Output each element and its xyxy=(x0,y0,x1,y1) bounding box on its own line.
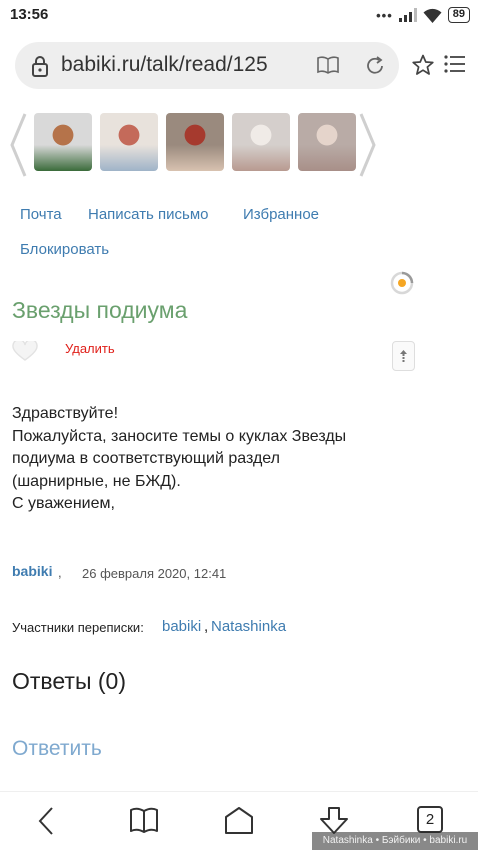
message-body: Здравствуйте! Пожалуйста, заносите темы … xyxy=(12,403,412,516)
wifi-icon xyxy=(423,8,442,23)
url-text[interactable]: babiki.ru/talk/read/125 xyxy=(61,53,293,77)
message-line: Пожалуйста, заносите темы о куклах Звезд… xyxy=(12,427,347,445)
gallery-thumbnail[interactable] xyxy=(298,113,356,171)
scroll-top-button[interactable] xyxy=(392,341,415,371)
message-line: подиума в соответствующий раздел xyxy=(12,450,280,467)
delete-link[interactable]: Удалить xyxy=(65,341,115,356)
arrow-up-icon xyxy=(400,350,407,362)
post-date: 26 февраля 2020, 12:41 xyxy=(82,566,227,581)
gallery-thumbnail[interactable] xyxy=(166,113,224,171)
notification-dots: ••• xyxy=(376,7,393,23)
loading-spinner-icon xyxy=(390,271,414,295)
back-icon[interactable] xyxy=(36,806,56,836)
signal-icon xyxy=(398,8,417,22)
reply-link[interactable]: Ответить xyxy=(12,737,102,761)
carousel-next-icon[interactable] xyxy=(358,112,378,178)
bookmark-star-icon[interactable] xyxy=(412,54,434,76)
gallery-thumbnail[interactable] xyxy=(34,113,92,171)
photo-carousel xyxy=(0,108,478,180)
watermark: Natashinka • Бэйбики • babiki.ru xyxy=(312,832,478,850)
menu-icon[interactable] xyxy=(444,55,466,73)
message-line: С уважением, xyxy=(12,495,115,512)
mail-link[interactable]: Почта xyxy=(20,206,62,223)
favorites-link[interactable]: Избранное xyxy=(243,206,319,223)
participant-link[interactable]: babiki xyxy=(162,618,201,635)
write-letter-link[interactable]: Написать письмо xyxy=(88,206,209,223)
reader-mode-icon[interactable] xyxy=(317,55,339,75)
home-icon[interactable] xyxy=(224,806,254,836)
message-line: (шарнирные, не БЖД). xyxy=(12,472,181,490)
status-bar: 13:56 ••• 89 xyxy=(0,0,478,30)
message-line: Здравствуйте! xyxy=(12,405,119,422)
answers-heading: Ответы (0) xyxy=(12,668,126,694)
carousel-prev-icon[interactable] xyxy=(8,112,28,178)
participant-separator: , xyxy=(204,618,209,635)
author-link[interactable]: babiki xyxy=(12,563,52,579)
lock-icon xyxy=(32,56,48,77)
address-row: babiki.ru/talk/read/125 xyxy=(0,34,478,96)
gallery-thumbnail[interactable] xyxy=(100,113,158,171)
bookmarks-icon[interactable] xyxy=(129,806,159,834)
page-title: Звезды подиума xyxy=(12,297,188,323)
address-bar[interactable]: babiki.ru/talk/read/125 xyxy=(15,42,399,89)
tabs-icon[interactable]: 2 xyxy=(417,806,443,833)
status-icons: ••• 89 xyxy=(376,7,470,23)
author-separator: , xyxy=(58,565,62,580)
block-link[interactable]: Блокировать xyxy=(20,241,109,258)
participant-link[interactable]: Natashinka xyxy=(211,618,286,635)
battery-icon: 89 xyxy=(447,7,470,23)
status-time: 13:56 xyxy=(10,6,49,23)
reload-icon[interactable] xyxy=(364,55,386,77)
heart-icon[interactable] xyxy=(12,341,38,361)
gallery-thumbnail[interactable] xyxy=(232,113,290,171)
participants-label: Участники переписки: xyxy=(12,620,144,635)
